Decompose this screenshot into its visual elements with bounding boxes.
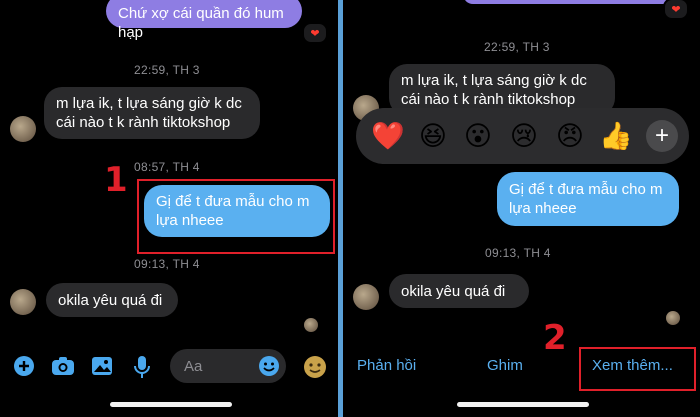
reaction-bar: ❤️ 😆 😮 😢 😠 👍 +: [356, 108, 689, 164]
message-line: cái nào t k rành tiktokshop: [56, 114, 231, 131]
incoming-message[interactable]: okila yêu quá đi: [46, 283, 178, 317]
timestamp: 22:59, TH 3: [484, 40, 550, 54]
message-line: lựa nheee: [156, 212, 224, 229]
camera-icon[interactable]: [51, 355, 75, 377]
message-line: Gị để t đưa mẫu cho m: [509, 181, 663, 198]
angry-emoji-icon[interactable]: 😠: [552, 118, 588, 154]
crying-emoji-icon[interactable]: 😢: [506, 118, 542, 154]
home-indicator: [110, 402, 232, 407]
outgoing-message-selected[interactable]: Gị để t đưa mẫu cho m lựa nheee: [144, 185, 330, 237]
read-receipt-avatar: [304, 318, 318, 332]
home-indicator: [457, 402, 589, 407]
laughing-emoji-icon[interactable]: 😆: [415, 118, 451, 154]
heart-emoji-icon[interactable]: ❤️: [370, 118, 406, 154]
message-line: m lựa ik, t lựa sáng giờ k dc: [56, 95, 242, 112]
microphone-icon[interactable]: [133, 355, 151, 379]
more-reactions-plus-icon[interactable]: +: [646, 120, 678, 152]
see-more-button[interactable]: Xem thêm...: [592, 357, 673, 374]
left-chat-screen: Chứ xợ cái quần đó hum hạp ❤ 22:59, TH 3…: [0, 0, 338, 417]
plus-icon[interactable]: [13, 355, 35, 377]
quick-reaction-icon[interactable]: [303, 354, 327, 380]
heart-reaction-icon[interactable]: ❤: [663, 0, 689, 20]
avatar[interactable]: [10, 289, 36, 315]
timestamp: 09:13, TH 4: [485, 246, 551, 260]
incoming-message[interactable]: m lựa ik, t lựa sáng giờ k dc cái nào t …: [44, 87, 260, 139]
thumbs-up-emoji-icon[interactable]: 👍: [598, 118, 634, 154]
avatar[interactable]: [353, 284, 379, 310]
message-text: Chứ xợ cái quần đó hum hạp: [118, 5, 284, 41]
right-chat-screen: ❤ 22:59, TH 3 m lựa ik, t lựa sáng giờ k…: [343, 0, 700, 417]
reply-button[interactable]: Phản hồi: [357, 357, 416, 374]
step-number-1: 1: [104, 160, 128, 200]
avatar[interactable]: [10, 116, 36, 142]
message-text: okila yêu quá đi: [401, 283, 506, 300]
outgoing-message-selected[interactable]: Gị để t đưa mẫu cho m lựa nheee: [497, 172, 679, 226]
pin-button[interactable]: Ghim: [487, 357, 523, 374]
input-placeholder: Aa: [184, 358, 203, 375]
timestamp: 22:59, TH 3: [134, 63, 200, 77]
message-line: lựa nheee: [509, 200, 577, 217]
surprised-emoji-icon[interactable]: 😮: [460, 118, 496, 154]
incoming-message[interactable]: okila yêu quá đi: [389, 274, 529, 308]
message-text: okila yêu quá đi: [58, 292, 163, 309]
outgoing-message-top[interactable]: Chứ xợ cái quần đó hum hạp: [106, 0, 302, 41]
message-line: Gị để t đưa mẫu cho m: [156, 193, 310, 210]
step-number-2: 2: [543, 318, 567, 358]
message-line: cái nào t k rành tiktokshop: [401, 91, 576, 108]
outgoing-message-top[interactable]: [463, 0, 673, 4]
emoji-icon[interactable]: [258, 355, 280, 377]
photo-gallery-icon[interactable]: [91, 355, 113, 377]
message-line: m lựa ik, t lựa sáng giờ k dc: [401, 72, 587, 89]
timestamp: 08:57, TH 4: [134, 160, 200, 174]
timestamp: 09:13, TH 4: [134, 257, 200, 271]
message-input[interactable]: Aa: [170, 349, 286, 383]
read-receipt-avatar: [666, 311, 680, 325]
heart-reaction-icon[interactable]: ❤: [302, 22, 328, 44]
